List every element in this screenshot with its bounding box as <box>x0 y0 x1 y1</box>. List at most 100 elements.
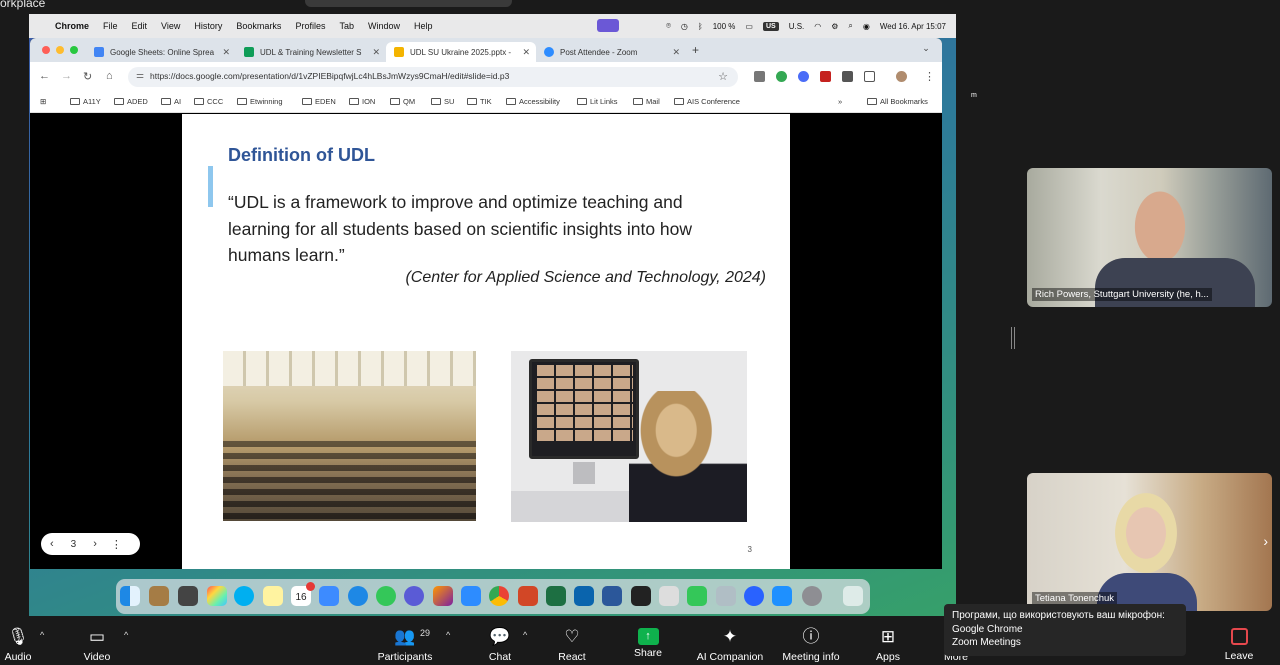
safari-icon[interactable] <box>348 586 368 606</box>
next-slide-icon[interactable]: › <box>93 538 97 550</box>
home-button[interactable]: ⌂ <box>106 70 113 82</box>
calculator-icon[interactable] <box>178 586 198 606</box>
skype-icon[interactable] <box>234 586 254 606</box>
share-button[interactable]: ↑ Share <box>628 620 668 665</box>
participants-options-chevron-icon[interactable]: ^ <box>446 630 450 640</box>
menu-file[interactable]: File <box>103 21 118 31</box>
mail-icon[interactable] <box>319 586 339 606</box>
zoom-share-status-icon[interactable] <box>597 19 619 32</box>
notes-icon[interactable] <box>263 586 283 606</box>
bookmarks-overflow-icon[interactable]: » <box>838 97 842 106</box>
wifi-icon[interactable]: ◠ <box>814 22 821 31</box>
new-tab-button[interactable]: + <box>692 43 699 57</box>
bookmark-star-icon[interactable]: ☆ <box>718 70 728 83</box>
clock-icon[interactable]: ◷ <box>681 22 688 31</box>
participant-tile[interactable]: Rich Powers, Stuttgart University (he, h… <box>1027 168 1272 307</box>
messages-icon[interactable] <box>376 586 396 606</box>
tab-post-attendee[interactable]: Post Attendee - Zoom ✕ <box>536 42 686 62</box>
previous-slide-icon[interactable]: ‹ <box>50 538 54 550</box>
menu-window[interactable]: Window <box>368 21 400 31</box>
bookmark-folder[interactable]: Mail <box>633 97 660 106</box>
airdrop-icon[interactable]: ⌾ <box>666 21 671 31</box>
powerpoint-icon[interactable] <box>518 586 538 606</box>
meeting-info-button[interactable]: ⓘ Meeting info <box>778 620 844 665</box>
reload-button[interactable]: ↻ <box>83 70 92 83</box>
extension-icon[interactable] <box>842 71 853 82</box>
zoom-window-button[interactable] <box>70 46 78 54</box>
app-icon[interactable] <box>744 586 764 606</box>
close-tab-icon[interactable]: ✕ <box>522 47 530 58</box>
preview-icon[interactable] <box>716 586 736 606</box>
menu-app-name[interactable]: Chrome <box>55 21 89 31</box>
audio-options-chevron-icon[interactable]: ^ <box>40 630 44 640</box>
bookmark-folder[interactable]: SU <box>431 97 454 106</box>
video-button[interactable]: ▭ Video <box>78 620 116 665</box>
close-tab-icon[interactable]: ✕ <box>372 47 380 58</box>
firefox-icon[interactable] <box>433 586 453 606</box>
menubar-datetime[interactable]: Wed 16. Apr 15:07 <box>880 22 946 31</box>
menu-profiles[interactable]: Profiles <box>295 21 325 31</box>
react-button[interactable]: ♡ React <box>552 620 592 665</box>
video-options-chevron-icon[interactable]: ^ <box>124 630 128 640</box>
menu-bookmarks[interactable]: Bookmarks <box>236 21 281 31</box>
menu-tab[interactable]: Tab <box>339 21 354 31</box>
close-tab-icon[interactable]: ✕ <box>222 47 230 58</box>
menu-edit[interactable]: Edit <box>132 21 148 31</box>
participants-button[interactable]: 👥 Participants <box>372 620 438 665</box>
screenshot-icon[interactable] <box>659 586 679 606</box>
close-tab-icon[interactable]: ✕ <box>672 47 680 58</box>
bookmark-folder[interactable]: CCC <box>194 97 223 106</box>
tab-search-chevron-icon[interactable]: ⌄ <box>918 43 934 57</box>
bookmark-folder[interactable]: Lit Links <box>577 97 618 106</box>
sharing-indicator-bar[interactable] <box>305 0 512 7</box>
siri-icon[interactable]: ◉ <box>863 22 870 31</box>
back-button[interactable]: ← <box>39 70 50 82</box>
bookmark-folder[interactable]: Accessibility <box>506 97 560 106</box>
apps-grid-icon[interactable]: ⊞ <box>40 97 46 106</box>
zoom-icon[interactable] <box>461 586 481 606</box>
address-bar[interactable]: ⚌ https://docs.google.com/presentation/d… <box>128 67 738 87</box>
menu-history[interactable]: History <box>194 21 222 31</box>
battery-icon[interactable]: ▭ <box>745 22 753 31</box>
leave-button[interactable]: Leave <box>1220 620 1258 665</box>
chrome-icon[interactable] <box>489 586 509 606</box>
tab-google-sheets[interactable]: Google Sheets: Online Sprea ✕ <box>86 42 236 62</box>
all-bookmarks[interactable]: All Bookmarks <box>867 97 928 106</box>
extension-icon[interactable] <box>798 71 809 82</box>
bookmark-folder[interactable]: Etwinning <box>237 97 283 106</box>
bookmark-folder[interactable]: ION <box>349 97 375 106</box>
trash-icon[interactable] <box>843 586 863 606</box>
bookmark-folder[interactable]: EDEN <box>302 97 336 106</box>
signal-icon[interactable] <box>404 586 424 606</box>
excel-icon[interactable] <box>546 586 566 606</box>
facetime-icon[interactable] <box>687 586 707 606</box>
webex-icon[interactable] <box>631 586 651 606</box>
profile-avatar[interactable] <box>896 71 907 82</box>
slide-options-icon[interactable]: ⋮ <box>111 538 122 551</box>
forward-button[interactable]: → <box>61 70 72 82</box>
bookmark-folder[interactable]: TIK <box>467 97 492 106</box>
audio-button[interactable]: 🎙 Audio <box>0 620 36 665</box>
chevron-right-icon[interactable]: › <box>1263 533 1268 549</box>
search-icon[interactable]: ⌕ <box>848 21 852 31</box>
bookmark-folder[interactable]: AI <box>161 97 181 106</box>
control-center-icon[interactable]: ⚙ <box>831 22 838 31</box>
bookmark-folder[interactable]: AIS Conference <box>674 97 740 106</box>
input-source-badge[interactable]: US <box>762 21 779 31</box>
ai-companion-button[interactable]: ✦ AI Companion <box>694 620 766 665</box>
browser-menu-icon[interactable]: ⋮ <box>924 70 935 83</box>
menu-help[interactable]: Help <box>414 21 433 31</box>
bookmark-folder[interactable]: ADED <box>114 97 148 106</box>
close-window-button[interactable] <box>42 46 50 54</box>
tab-udl-slides[interactable]: UDL SU Ukraine 2025.pptx - ✕ <box>386 42 536 62</box>
participant-tile[interactable]: Tetiana Tonenchuk › <box>1027 473 1272 611</box>
chat-options-chevron-icon[interactable]: ^ <box>523 630 527 640</box>
site-info-icon[interactable]: ⚌ <box>136 70 144 81</box>
tab-newsletter[interactable]: UDL & Training Newsletter S ✕ <box>236 42 386 62</box>
chat-button[interactable]: 💬 Chat <box>482 620 518 665</box>
bookmark-folder[interactable]: A11Y <box>70 97 101 106</box>
shield-extension-icon[interactable] <box>776 71 787 82</box>
word-icon[interactable] <box>602 586 622 606</box>
menu-view[interactable]: View <box>161 21 180 31</box>
minimize-window-button[interactable] <box>56 46 64 54</box>
